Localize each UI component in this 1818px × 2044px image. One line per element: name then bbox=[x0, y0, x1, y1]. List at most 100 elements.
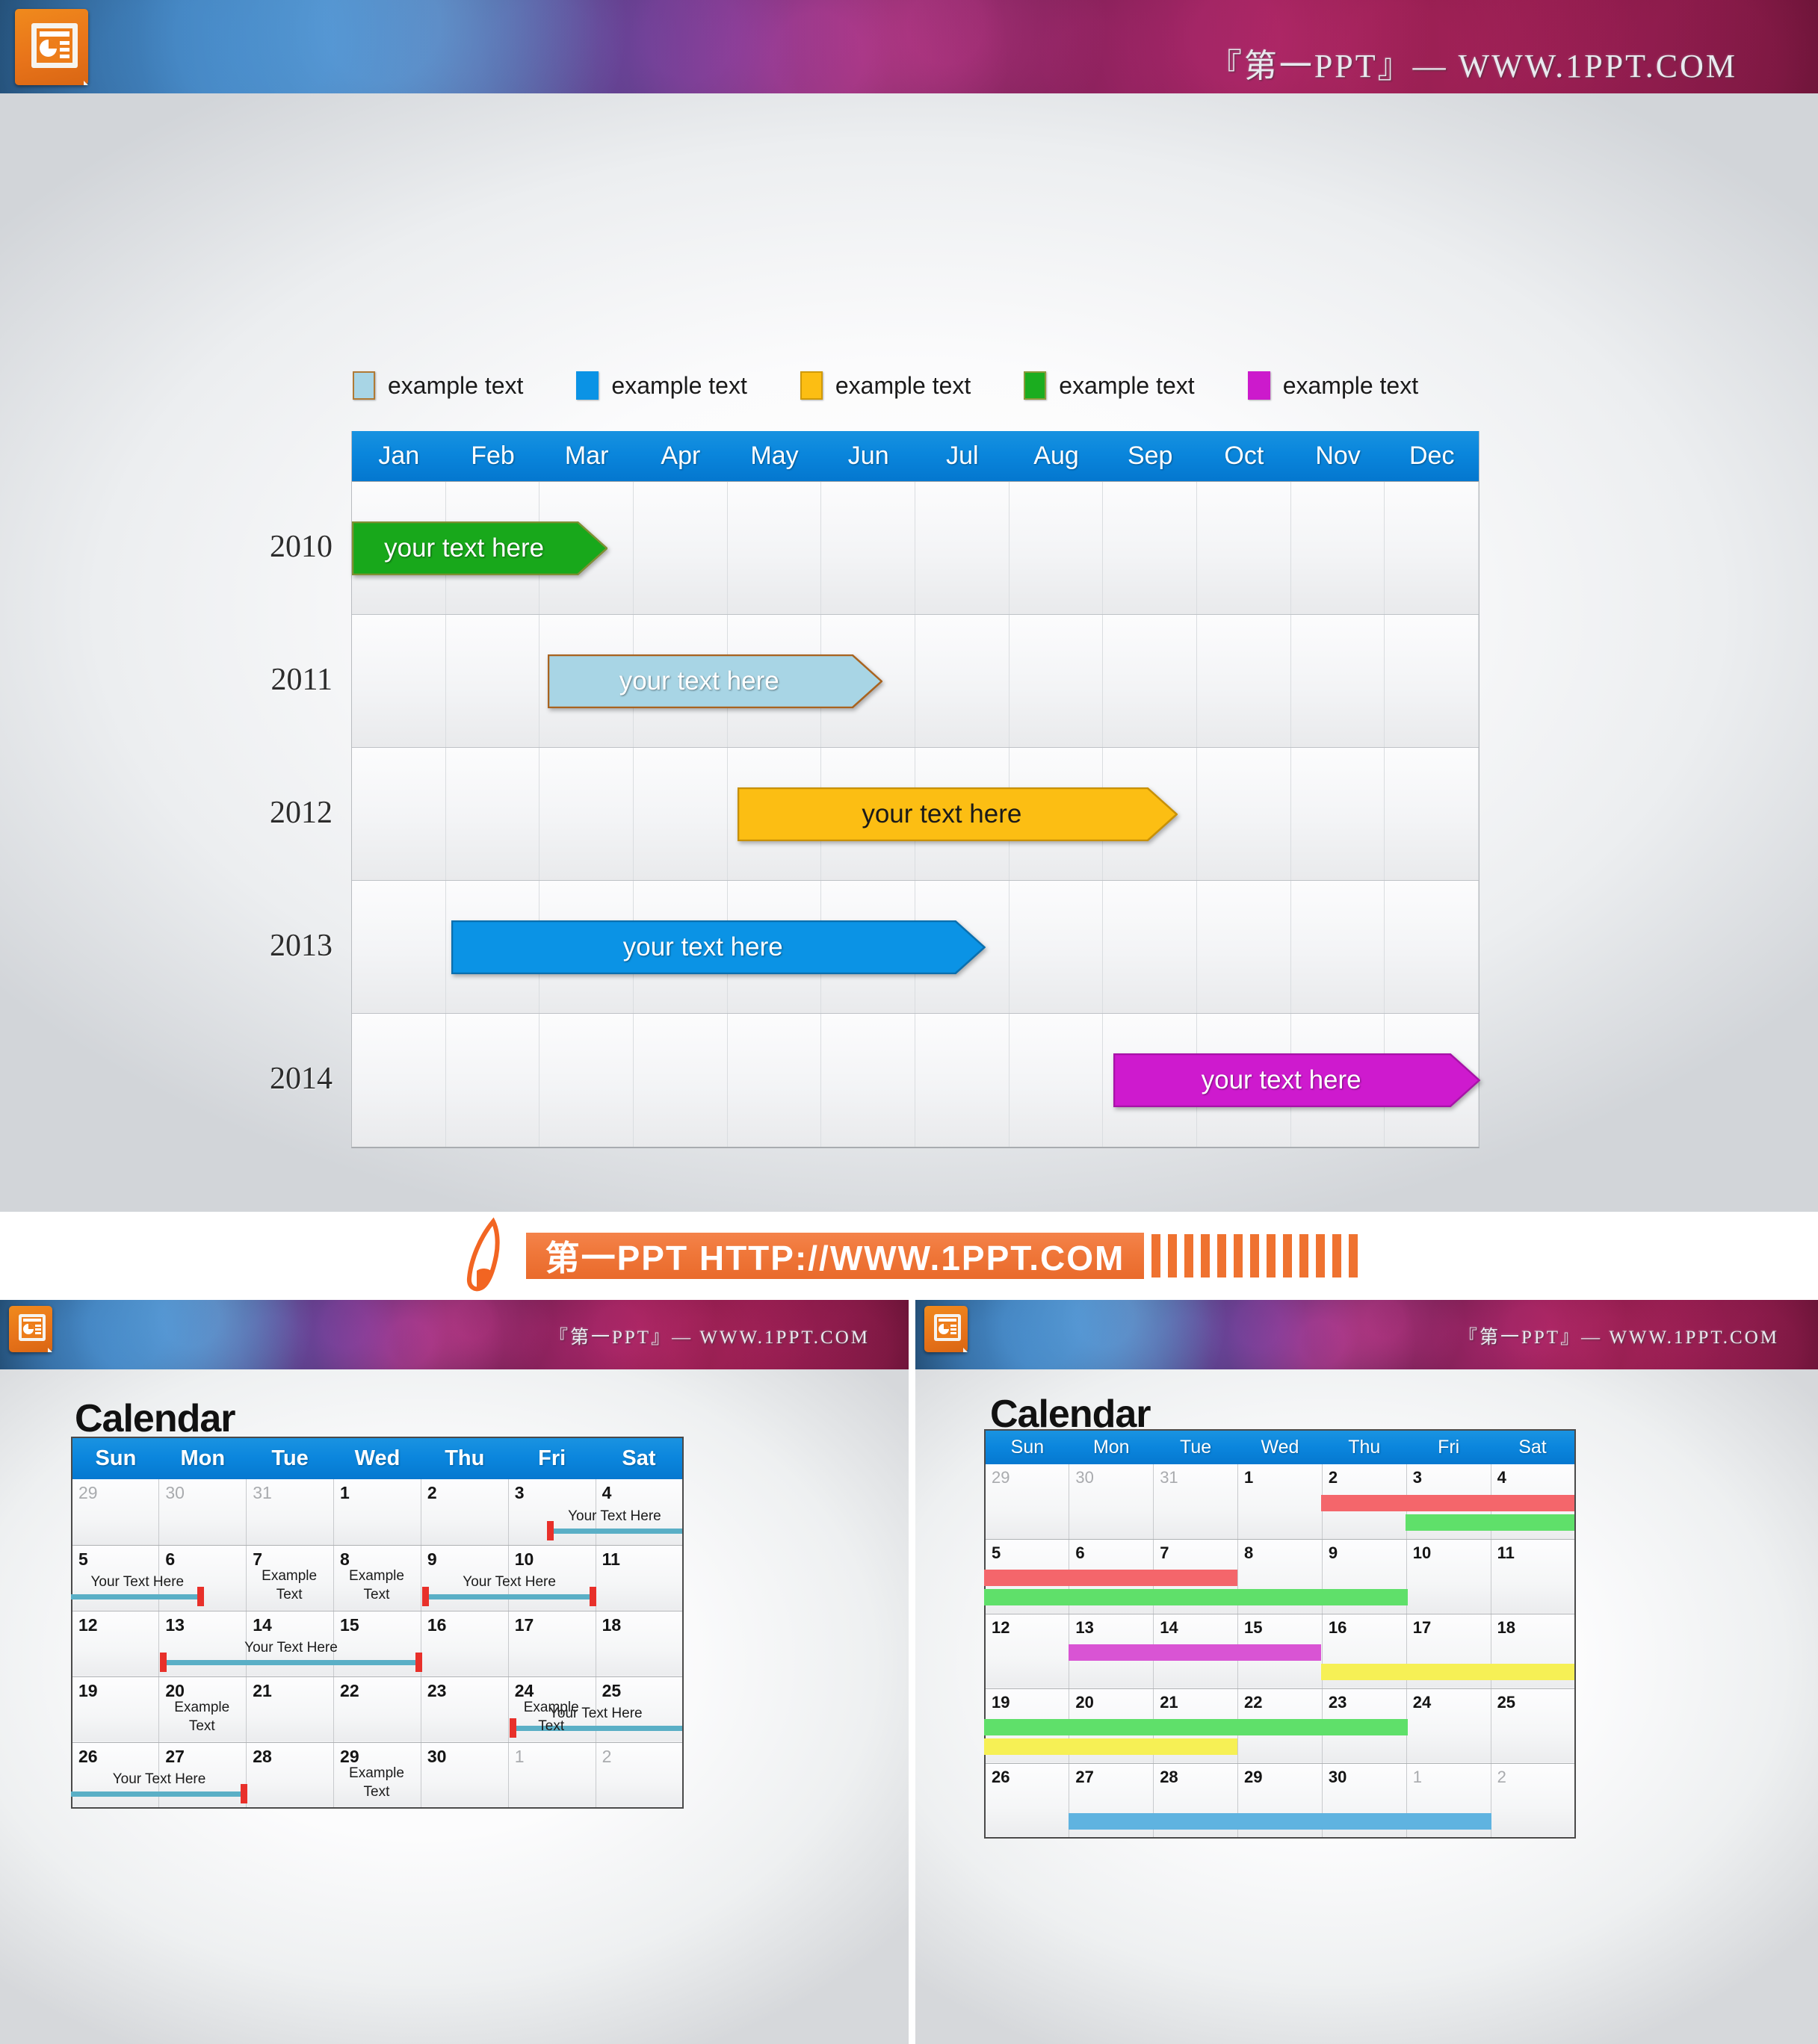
gantt-cell bbox=[1385, 615, 1480, 747]
footer-stripe bbox=[1349, 1234, 1358, 1278]
gantt-cell bbox=[446, 1014, 540, 1147]
calendar-event-start-marker bbox=[160, 1653, 167, 1672]
calendar-weekday-mon: Mon bbox=[158, 1437, 247, 1479]
calendar-event-label: Your Text Here bbox=[463, 1574, 556, 1590]
pane-divider bbox=[909, 1300, 915, 2044]
calendar-event-bar[interactable] bbox=[984, 1570, 1237, 1586]
gantt-cell bbox=[1291, 615, 1385, 747]
calendar-weekday-tue: Tue bbox=[246, 1437, 334, 1479]
calendar-event-label: Your Text Here bbox=[90, 1574, 185, 1590]
gantt-cell bbox=[352, 748, 446, 880]
gantt-cell bbox=[1103, 881, 1198, 1013]
gantt-bar-label: your text here bbox=[1201, 1065, 1361, 1094]
legend-color-swatch bbox=[800, 371, 823, 400]
calendar-left-events-overlay: Your Text Here Your Text Here Your Text He… bbox=[71, 1478, 682, 1807]
calendar-event-bar[interactable] bbox=[160, 1660, 422, 1665]
footer-stripe bbox=[1184, 1234, 1194, 1278]
legend-color-swatch bbox=[353, 371, 375, 400]
gantt-cell bbox=[539, 1014, 634, 1147]
calendar-weekday-sat: Sat bbox=[1491, 1430, 1575, 1464]
calendar-cell-event-label: Example Text bbox=[349, 1568, 404, 1603]
powerpoint-logo-icon bbox=[9, 1306, 52, 1352]
calendar-event-bar[interactable] bbox=[1406, 1514, 1574, 1531]
calendar-slide-left: 『第一PPT』— WWW.1PPT.COM Calendar Sun Mon Tue… bbox=[0, 1300, 909, 2044]
calendar-weekday-tue: Tue bbox=[1153, 1430, 1238, 1464]
calendar-event-bar[interactable] bbox=[71, 1791, 248, 1797]
gantt-cell bbox=[1010, 881, 1104, 1013]
calendar-event-label: Your Text Here bbox=[244, 1640, 338, 1656]
gantt-cell bbox=[1103, 615, 1198, 747]
gantt-cell bbox=[1291, 482, 1385, 614]
gantt-year-label: 2011 bbox=[270, 663, 333, 697]
calendar-weekday-wed: Wed bbox=[333, 1437, 421, 1479]
calendar-cell-event-label: Example Text bbox=[262, 1568, 318, 1603]
legend-label: example text bbox=[835, 371, 971, 399]
gantt-cell bbox=[1385, 881, 1480, 1013]
gantt-cell bbox=[1385, 482, 1480, 614]
gantt-cell bbox=[915, 1014, 1010, 1147]
calendar-weekday-sun: Sun bbox=[985, 1430, 1069, 1464]
calendar-event-bar[interactable] bbox=[1068, 1813, 1492, 1830]
left-calendar-canvas: Calendar Sun Mon Tue Wed Thu Fri Sat 29 30 31 1 2 3 4… bbox=[0, 1369, 909, 2044]
gantt-bar-2013[interactable]: your text here bbox=[451, 920, 986, 974]
footer-stripe bbox=[1234, 1234, 1243, 1278]
gantt-bar-2010[interactable]: your text here bbox=[352, 521, 608, 575]
pen-icon bbox=[460, 1217, 523, 1295]
footer-bar-main: 第一PPT HTTP://WWW.1PPT.COM bbox=[0, 1212, 1818, 1300]
calendar-weekday-sun: Sun bbox=[72, 1437, 159, 1479]
legend-label: example text bbox=[388, 371, 524, 399]
gantt-bar-2014[interactable]: your text here bbox=[1113, 1053, 1480, 1107]
gantt-cell bbox=[1197, 482, 1291, 614]
footer-stripes bbox=[1144, 1234, 1358, 1278]
footer-url-bar: 第一PPT HTTP://WWW.1PPT.COM bbox=[525, 1233, 1145, 1279]
gantt-month-jun: Jun bbox=[847, 442, 889, 470]
calendar-event-bar[interactable] bbox=[421, 1594, 597, 1599]
calendar-event-label: Your Text Here bbox=[568, 1508, 661, 1524]
calendar-weekday-thu: Thu bbox=[1322, 1430, 1407, 1464]
gantt-month-sep: Sep bbox=[1127, 442, 1173, 470]
calendar-event-bar[interactable] bbox=[1321, 1495, 1574, 1511]
gantt-row: your text here bbox=[352, 615, 1480, 748]
calendar-weekday-fri: Fri bbox=[508, 1437, 596, 1479]
calendar-event-start-marker bbox=[546, 1521, 554, 1540]
footer-stripe bbox=[1201, 1234, 1211, 1278]
calendar-weekday-sat: Sat bbox=[596, 1437, 683, 1479]
gantt-cell bbox=[915, 482, 1010, 614]
page-title: Calendar bbox=[75, 1397, 236, 1440]
gantt-slide: example text example text example text exam… bbox=[0, 93, 1818, 1212]
gantt-bar-label: your text here bbox=[622, 932, 783, 961]
banner-title: 『第一PPT』— WWW.1PPT.COM bbox=[1208, 48, 1737, 84]
calendar-event-bar[interactable] bbox=[984, 1719, 1408, 1735]
gantt-row: your text here bbox=[352, 748, 1480, 881]
gantt-legend: example text example text example text exam… bbox=[353, 371, 1471, 400]
calendar-event-bar[interactable] bbox=[1321, 1664, 1574, 1680]
calendar-event-bar[interactable] bbox=[1068, 1644, 1322, 1661]
calendar-event-start-marker bbox=[509, 1718, 516, 1738]
calendar-event-bar[interactable] bbox=[71, 1594, 204, 1599]
calendar-event-label: Your Text Here bbox=[112, 1771, 206, 1787]
calendar-event-end-marker bbox=[590, 1587, 597, 1606]
calendar-event-start-marker bbox=[421, 1587, 429, 1606]
gantt-year-label: 2014 bbox=[270, 1062, 333, 1096]
gantt-month-aug: Aug bbox=[1033, 442, 1079, 470]
gantt-month-apr: Apr bbox=[661, 442, 701, 470]
gantt-bar-2012[interactable]: your text here bbox=[737, 787, 1178, 841]
gantt-cell bbox=[634, 1014, 728, 1147]
gantt-month-mar: Mar bbox=[564, 442, 609, 470]
legend-color-swatch bbox=[576, 371, 599, 400]
bottom-slides-row: 『第一PPT』— WWW.1PPT.COM Calendar Sun Mon Tue… bbox=[0, 1300, 1818, 2044]
gantt-cell bbox=[728, 482, 822, 614]
legend-color-swatch bbox=[1024, 371, 1047, 400]
footer-stripe bbox=[1299, 1234, 1309, 1278]
calendar-event-bar[interactable] bbox=[984, 1589, 1408, 1605]
gantt-bar-2011[interactable]: your text here bbox=[547, 654, 882, 708]
legend-label: example text bbox=[611, 371, 747, 399]
calendar-event-bar[interactable] bbox=[984, 1738, 1237, 1755]
gantt-bar-label: your text here bbox=[619, 666, 779, 696]
gantt-month-jul: Jul bbox=[946, 442, 979, 470]
powerpoint-logo-icon bbox=[15, 9, 88, 85]
gantt-cell bbox=[446, 615, 540, 747]
calendar-event-bar[interactable] bbox=[546, 1529, 682, 1534]
gantt-cell bbox=[352, 881, 446, 1013]
footer-stripe bbox=[1283, 1234, 1293, 1278]
